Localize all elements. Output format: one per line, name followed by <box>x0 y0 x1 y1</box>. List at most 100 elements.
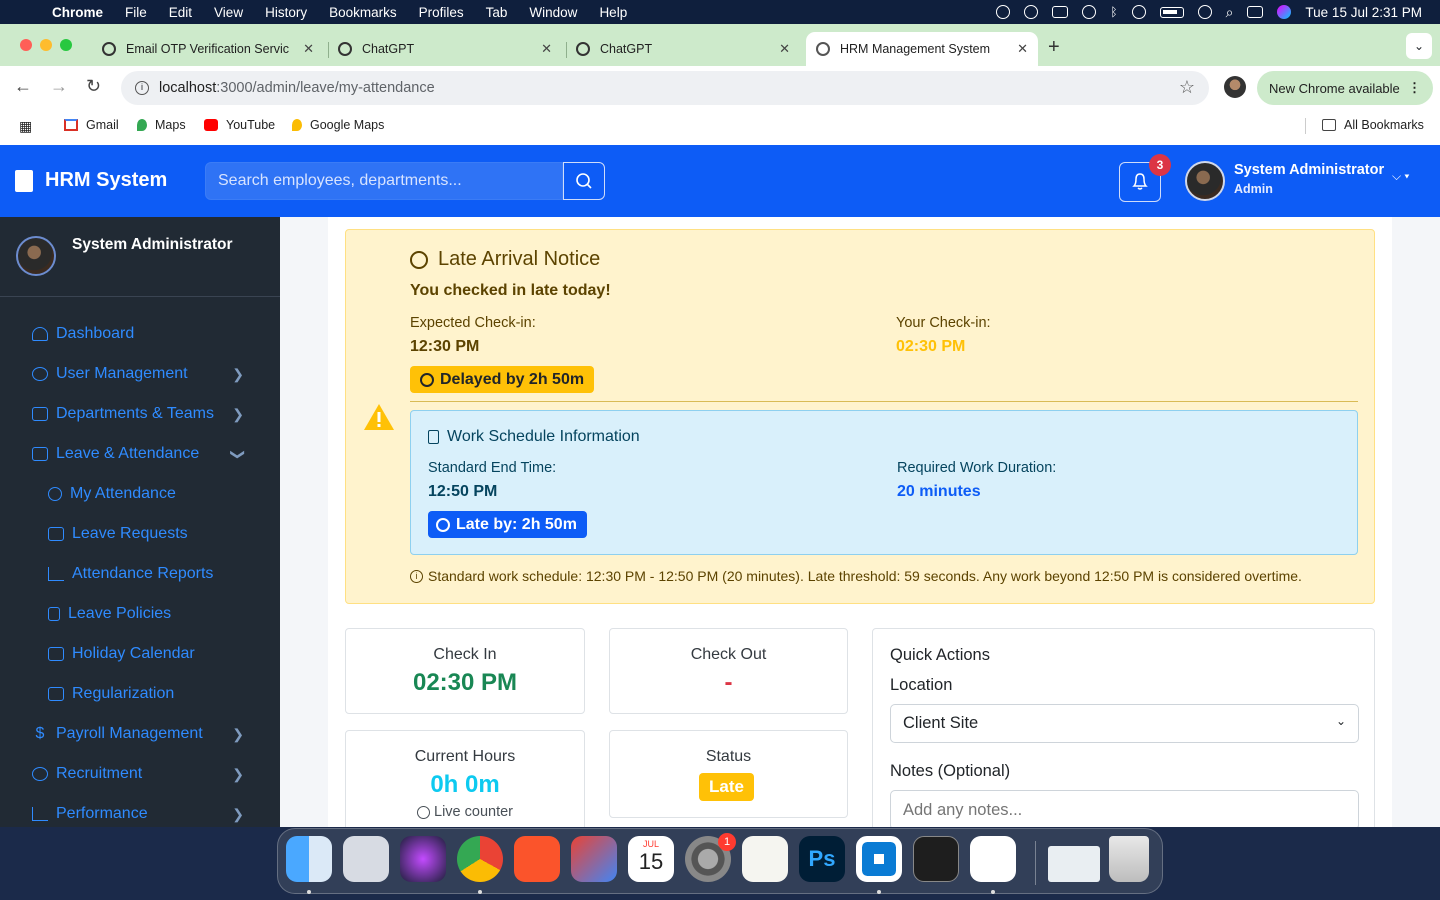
vpn-icon[interactable] <box>1024 5 1039 19</box>
sidebar-item-my-attendance[interactable]: My Attendance <box>48 482 268 506</box>
location-select[interactable]: Client Site ⌄ <box>890 704 1359 743</box>
openai-icon <box>102 42 116 56</box>
bookmark-youtube[interactable]: YouTube <box>204 118 275 132</box>
check-in-card: Check In 02:30 PM <box>345 628 585 714</box>
tab-email-otp[interactable]: Email OTP Verification Servic ✕ <box>92 32 324 66</box>
search-button[interactable] <box>563 162 605 200</box>
sidebar-item-performance[interactable]: Performance ❯ <box>32 802 252 826</box>
launchpad-icon[interactable] <box>343 836 389 882</box>
menu-bookmarks[interactable]: Bookmarks <box>329 5 397 20</box>
vscode-icon[interactable] <box>856 836 902 882</box>
new-tab-button[interactable]: + <box>1048 36 1060 59</box>
sidebar-item-user-management[interactable]: User Management ❯ <box>32 362 252 386</box>
kebab-menu-icon[interactable]: ⋮ <box>1408 80 1421 96</box>
downloads-stack-icon[interactable] <box>1048 846 1100 882</box>
menu-file[interactable]: File <box>125 5 147 20</box>
calendar-icon[interactable]: JUL 15 <box>628 836 674 882</box>
sidebar-item-leave-policies[interactable]: Leave Policies <box>48 602 268 626</box>
chrome-profile-avatar[interactable] <box>1224 76 1246 98</box>
photoshop-icon[interactable]: Ps <box>799 836 845 882</box>
creative-cloud-icon[interactable] <box>996 5 1011 19</box>
spotlight-icon[interactable]: ⌕ <box>1226 4 1234 21</box>
diagram-icon <box>32 407 48 421</box>
minimize-window-button[interactable] <box>40 39 52 51</box>
user-menu-chevron-icon[interactable]: ⌵ ▾ <box>1392 169 1409 184</box>
stopwatch-icon <box>420 372 434 387</box>
sidebar-item-departments[interactable]: Departments & Teams ❯ <box>32 402 252 426</box>
finder-icon[interactable] <box>286 836 332 882</box>
bookmark-star-icon[interactable]: ☆ <box>1179 77 1195 98</box>
close-tab-icon[interactable]: ✕ <box>779 41 790 57</box>
bookmark-google-maps[interactable]: Google Maps <box>292 118 384 132</box>
user-avatar[interactable] <box>1185 161 1225 201</box>
control-center-icon[interactable] <box>1247 6 1264 18</box>
forward-arrow-icon[interactable]: → <box>50 76 68 97</box>
menu-edit[interactable]: Edit <box>169 5 192 20</box>
notes-input[interactable] <box>890 790 1359 827</box>
menu-help[interactable]: Help <box>599 5 627 20</box>
tab-label: ChatGPT <box>362 42 415 56</box>
global-search-input[interactable] <box>205 162 563 200</box>
menu-clock[interactable]: Tue 15 Jul 2:31 PM <box>1305 5 1422 20</box>
apps-grid-icon[interactable]: ▦ <box>19 118 32 135</box>
siri-icon[interactable] <box>400 836 446 882</box>
brand[interactable]: HRM System <box>15 169 167 192</box>
display-icon[interactable] <box>1052 6 1069 18</box>
back-arrow-icon[interactable]: ← <box>14 76 32 97</box>
user-switch-icon[interactable] <box>1131 5 1146 19</box>
chrome-icon[interactable] <box>457 836 503 882</box>
tab-chatgpt-1[interactable]: ChatGPT ✕ <box>328 32 562 66</box>
sidebar-item-holiday-calendar[interactable]: Holiday Calendar <box>48 642 268 666</box>
tab-chatgpt-2[interactable]: ChatGPT ✕ <box>566 32 800 66</box>
close-tab-icon[interactable]: ✕ <box>541 41 552 57</box>
check-out-value: - <box>724 669 733 696</box>
sidebar-item-leave-requests[interactable]: Leave Requests <box>48 522 268 546</box>
trash-icon[interactable] <box>1109 836 1149 882</box>
terminal-icon[interactable] <box>913 836 959 882</box>
menu-view[interactable]: View <box>214 5 243 20</box>
bookmark-gmail[interactable]: Gmail <box>64 118 119 132</box>
current-hours-label: Current Hours <box>414 748 516 765</box>
tab-label: Email OTP Verification Servic <box>126 42 290 56</box>
menu-window[interactable]: Window <box>529 5 577 20</box>
live-counter-text: Live counter <box>434 804 513 820</box>
warning-triangle-icon <box>364 404 394 430</box>
tab-hrm-active[interactable]: HRM Management System ✕ <box>806 32 1038 66</box>
sidebar-item-dashboard[interactable]: Dashboard <box>32 322 252 346</box>
brave-icon[interactable] <box>514 836 560 882</box>
address-bar[interactable]: i localhost:3000/admin/leave/my-attendan… <box>121 71 1209 105</box>
sidebar-avatar <box>16 236 56 276</box>
sidebar-item-regularization[interactable]: Regularization <box>48 682 268 706</box>
menu-app-name[interactable]: Chrome <box>52 5 103 20</box>
sidebar-item-recruitment[interactable]: Recruitment ❯ <box>32 762 252 786</box>
sidebar-item-label: Leave Policies <box>68 605 172 622</box>
textedit-icon[interactable] <box>742 836 788 882</box>
menu-profiles[interactable]: Profiles <box>419 5 464 20</box>
sidebar-item-payroll[interactable]: $ Payroll Management ❯ <box>32 722 252 746</box>
siri-icon[interactable] <box>1277 5 1292 19</box>
bluetooth-icon[interactable]: ᛒ <box>1110 5 1117 19</box>
bookmark-maps[interactable]: Maps <box>137 118 186 132</box>
close-tab-icon[interactable]: ✕ <box>1017 41 1028 57</box>
screen-share-icon[interactable] <box>1082 5 1097 19</box>
all-bookmarks-button[interactable]: All Bookmarks <box>1322 118 1424 132</box>
maximize-window-button[interactable] <box>60 39 72 51</box>
menu-tab[interactable]: Tab <box>486 5 508 20</box>
mongodb-compass-icon[interactable] <box>970 836 1016 882</box>
clock-icon <box>48 487 62 501</box>
close-tab-icon[interactable]: ✕ <box>303 41 314 57</box>
time-machine-icon[interactable] <box>1197 5 1212 19</box>
site-info-icon[interactable]: i <box>135 81 149 95</box>
close-window-button[interactable] <box>20 39 32 51</box>
sidebar-item-attendance-reports[interactable]: Attendance Reports <box>48 562 268 586</box>
tab-search-chevron-icon[interactable]: ⌄ <box>1406 33 1432 59</box>
user-name[interactable]: System Administrator <box>1234 162 1384 178</box>
reload-icon[interactable]: ↻ <box>86 76 101 97</box>
gmail-icon[interactable] <box>571 836 617 882</box>
menu-history[interactable]: History <box>265 5 307 20</box>
browser-window: Email OTP Verification Servic ✕ ChatGPT … <box>0 24 1440 827</box>
sidebar-item-leave-attendance[interactable]: Leave & Attendance ❯ <box>32 442 252 466</box>
openai-icon <box>576 42 590 56</box>
chrome-update-button[interactable]: New Chrome available ⋮ <box>1257 71 1433 105</box>
battery-icon[interactable] <box>1159 6 1184 18</box>
